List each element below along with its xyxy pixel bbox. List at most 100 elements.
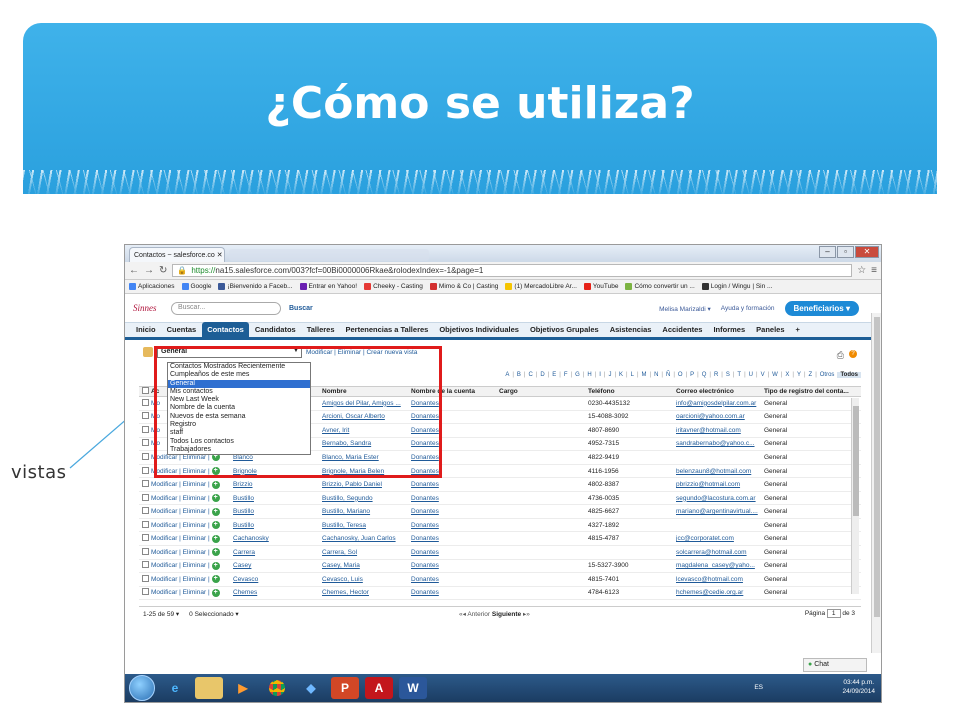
checkbox[interactable] [141, 574, 149, 582]
menu-icon[interactable]: ≡ [871, 265, 877, 276]
cell-name[interactable]: Avner, Irit [322, 427, 411, 434]
cell-name[interactable]: Cachanosky, Juan Carlos [322, 535, 411, 542]
row-actions[interactable]: Modificar | Eliminar | + [151, 494, 233, 503]
add-icon[interactable]: + [211, 467, 220, 475]
row-checkbox-cell[interactable] [139, 534, 151, 543]
tab-paneles[interactable]: Paneles [751, 322, 789, 337]
maximize-icon[interactable]: ▫ [837, 246, 854, 258]
row-action-links[interactable]: Modificar | Eliminar | [151, 589, 210, 596]
tab--[interactable]: + [791, 322, 805, 337]
row-actions[interactable]: Modificar | Eliminar | + [151, 548, 233, 557]
checkbox[interactable] [141, 412, 149, 420]
alpha-filter-item[interactable]: H [587, 372, 591, 378]
row-actions[interactable]: Modificar | Eliminar | + [151, 575, 233, 584]
checkbox[interactable] [141, 480, 149, 488]
row-checkbox-cell[interactable] [139, 493, 151, 503]
alpha-filter-item[interactable]: R [714, 372, 718, 378]
cell-account[interactable]: Donantes [411, 562, 499, 569]
row-checkbox-cell[interactable] [139, 480, 151, 489]
ie-icon[interactable]: e [161, 677, 189, 699]
word-icon[interactable]: W [399, 677, 427, 699]
dropbox-icon[interactable]: ◆ [297, 677, 325, 699]
view-option[interactable]: Todos Los contactos [168, 438, 310, 446]
row-actions[interactable]: Modificar | Eliminar | + [151, 588, 233, 597]
alpha-filter-item[interactable]: S [726, 372, 730, 378]
alpha-filter-item[interactable]: M [642, 372, 647, 378]
cell-email[interactable]: iritavner@hotmail.com [676, 427, 764, 434]
cell-name[interactable]: Bustillo, Teresa [322, 522, 411, 529]
row-action-links[interactable]: Modificar | Eliminar | [151, 481, 210, 488]
row-checkbox-cell[interactable] [139, 398, 151, 408]
url-input[interactable]: 🔒 https://na15.salesforce.com/003?fcf=00… [172, 264, 853, 277]
user-menu[interactable]: Melisa Marizaldi ▾ [659, 305, 711, 313]
view-option[interactable]: Trabajadores [168, 446, 310, 454]
row-action-links[interactable]: Modificar | Eliminar | [151, 508, 210, 515]
back-icon[interactable]: ← [129, 265, 139, 276]
checkbox[interactable] [141, 520, 149, 528]
alpha-filter-item[interactable]: D [540, 372, 544, 378]
alpha-filter-item[interactable]: Z [809, 372, 813, 378]
checkbox[interactable] [141, 547, 149, 555]
alpha-filter-item[interactable]: F [564, 372, 568, 378]
browser-tab[interactable]: Contactos ~ salesforce.co ✕ [129, 247, 225, 262]
add-icon[interactable]: + [211, 521, 220, 530]
tab-asistencias[interactable]: Asistencias [605, 322, 657, 337]
row-actions[interactable]: Modificar | Eliminar | + [151, 480, 233, 489]
tab-contactos[interactable]: Contactos [202, 322, 249, 337]
search-input[interactable]: Buscar... [171, 301, 281, 315]
row-checkbox-cell[interactable] [139, 466, 151, 476]
cell-surname[interactable]: Brizzio [233, 481, 322, 488]
column-header[interactable]: Cargo [499, 388, 588, 395]
media-player-icon[interactable]: ▶ [229, 677, 257, 699]
alpha-filter-item[interactable]: G [575, 372, 580, 378]
chrome-icon[interactable] [263, 677, 291, 699]
bookmark-item[interactable]: (1) MercadoLibre Ar... [505, 283, 577, 290]
cell-name[interactable]: Brignole, Maria Belen [322, 468, 411, 475]
tab-inicio[interactable]: Inicio [131, 322, 161, 337]
print-icon[interactable]: ⎙ [837, 350, 844, 361]
alpha-filter-item[interactable]: A [505, 372, 509, 378]
cell-email[interactable]: lcevasco@hotmail.com [676, 576, 764, 583]
checkbox[interactable] [141, 425, 149, 433]
cell-email[interactable]: segundo@lacostura.com.ar [676, 495, 764, 502]
checkbox[interactable] [141, 452, 149, 460]
view-option[interactable]: General [168, 379, 310, 388]
row-checkbox-cell[interactable] [139, 412, 151, 421]
tab-objetivos-grupales[interactable]: Objetivos Grupales [525, 322, 604, 337]
alpha-filter-item[interactable]: X [785, 372, 789, 378]
checkbox[interactable] [141, 561, 149, 569]
alpha-filter-item[interactable]: K [619, 372, 623, 378]
pdf-icon[interactable]: A [365, 677, 393, 699]
cell-name[interactable]: Amigos del Pilar, Amigos ... [322, 400, 411, 407]
add-icon[interactable]: + [211, 575, 220, 584]
alpha-filter-item[interactable]: B [517, 372, 521, 378]
next-link[interactable]: Siguiente [492, 611, 521, 618]
cell-name[interactable]: Blanco, Maria Ester [322, 454, 411, 461]
view-select[interactable]: General ▼ [157, 346, 302, 358]
page-input[interactable]: 1 [826, 609, 841, 618]
view-option[interactable]: Nuevos de esta semana [168, 413, 310, 421]
alpha-filter-item[interactable]: L [631, 372, 634, 378]
row-actions[interactable]: Modificar | Eliminar | + [151, 467, 233, 475]
selected-count[interactable]: 0 Seleccionado ▾ [189, 610, 239, 618]
row-action-links[interactable]: Modificar | Eliminar | [151, 468, 210, 475]
row-action-links[interactable]: Modificar | Eliminar | [151, 495, 210, 502]
column-header[interactable]: Teléfono [588, 388, 676, 395]
view-option[interactable]: staff [168, 429, 310, 437]
alpha-filter-item[interactable]: I [599, 372, 601, 378]
add-icon[interactable]: + [211, 534, 220, 543]
view-option[interactable]: Nombre de la cuenta [168, 404, 310, 412]
checkbox[interactable] [141, 493, 149, 501]
add-icon[interactable]: + [211, 494, 220, 503]
close-icon[interactable]: ✕ [855, 246, 879, 258]
alpha-filter-item[interactable]: Todos [837, 372, 861, 378]
bookmark-item[interactable]: Cómo convertir un ... [625, 283, 695, 290]
cell-surname[interactable]: Brignole [233, 468, 322, 475]
cell-name[interactable]: Bustillo, Mariano [322, 508, 411, 515]
row-actions[interactable]: Modificar | Eliminar | + [151, 507, 233, 516]
bookmark-item[interactable]: YouTube [583, 283, 618, 290]
alpha-filter-item[interactable]: O [678, 372, 683, 378]
star-icon[interactable]: ☆ [857, 265, 866, 276]
column-header[interactable]: Nombre de la cuenta [411, 388, 499, 395]
row-action-links[interactable]: Mo [151, 400, 160, 407]
